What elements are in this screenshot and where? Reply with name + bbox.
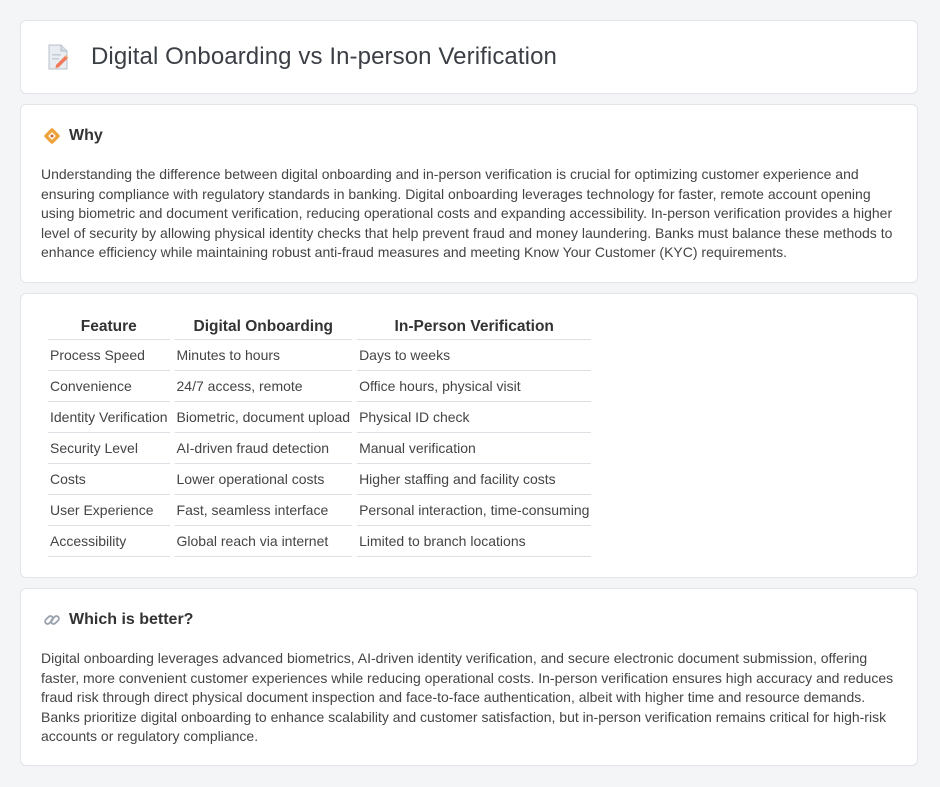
cell-digital: Lower operational costs	[174, 464, 353, 495]
which-is-better-section: Which is better? Digital onboarding leve…	[20, 588, 918, 766]
better-text: Digital onboarding leverages advanced bi…	[41, 650, 894, 744]
table-row: User Experience Fast, seamless interface…	[48, 495, 592, 526]
header-in-person-verification: In-Person Verification	[357, 314, 592, 340]
better-heading: Which is better?	[69, 611, 194, 628]
comparison-section: Feature Digital Onboarding In-Person Ver…	[20, 293, 918, 578]
table-row: Convenience 24/7 access, remote Office h…	[48, 371, 592, 402]
cell-digital: Fast, seamless interface	[174, 495, 353, 526]
cell-digital: AI-driven fraud detection	[174, 433, 353, 464]
link-icon	[44, 615, 60, 625]
cell-feature: Process Speed	[48, 340, 170, 371]
title-row: Digital Onboarding vs In-person Verifica…	[47, 43, 557, 71]
cell-in-person: Physical ID check	[357, 402, 592, 433]
cell-feature: Costs	[48, 464, 170, 495]
cell-feature: Security Level	[48, 433, 170, 464]
table-row: Identity Verification Biometric, documen…	[48, 402, 592, 433]
cell-digital: Global reach via internet	[174, 526, 353, 557]
cell-feature: Accessibility	[48, 526, 170, 557]
cell-in-person: Manual verification	[357, 433, 592, 464]
table-row: Costs Lower operational costs Higher sta…	[48, 464, 592, 495]
cell-in-person: Office hours, physical visit	[357, 371, 592, 402]
why-heading-row: Why	[43, 127, 103, 145]
page-title: Digital Onboarding vs In-person Verifica…	[91, 43, 557, 70]
cell-in-person: Personal interaction, time-consuming	[357, 495, 592, 526]
table-row: Process Speed Minutes to hours Days to w…	[48, 340, 592, 371]
diamond-sign-icon	[44, 128, 60, 144]
table-header-row: Feature Digital Onboarding In-Person Ver…	[48, 314, 592, 340]
title-card: Digital Onboarding vs In-person Verifica…	[20, 20, 918, 94]
cell-digital: 24/7 access, remote	[174, 371, 353, 402]
why-heading: Why	[69, 127, 103, 144]
table-row: Security Level AI-driven fraud detection…	[48, 433, 592, 464]
better-heading-row: Which is better?	[43, 611, 193, 629]
comparison-table: Feature Digital Onboarding In-Person Ver…	[43, 314, 596, 557]
document-pencil-icon	[48, 44, 69, 70]
cell-digital: Biometric, document upload	[174, 402, 353, 433]
table-row: Accessibility Global reach via internet …	[48, 526, 592, 557]
header-feature: Feature	[48, 314, 170, 340]
why-text: Understanding the difference between dig…	[41, 166, 893, 260]
cell-digital: Minutes to hours	[174, 340, 353, 371]
header-digital-onboarding: Digital Onboarding	[174, 314, 353, 340]
cell-feature: Convenience	[48, 371, 170, 402]
cell-in-person: Days to weeks	[357, 340, 592, 371]
cell-in-person: Higher staffing and facility costs	[357, 464, 592, 495]
cell-in-person: Limited to branch locations	[357, 526, 592, 557]
cell-feature: User Experience	[48, 495, 170, 526]
cell-feature: Identity Verification	[48, 402, 170, 433]
why-section: Why Understanding the difference between…	[20, 104, 918, 283]
